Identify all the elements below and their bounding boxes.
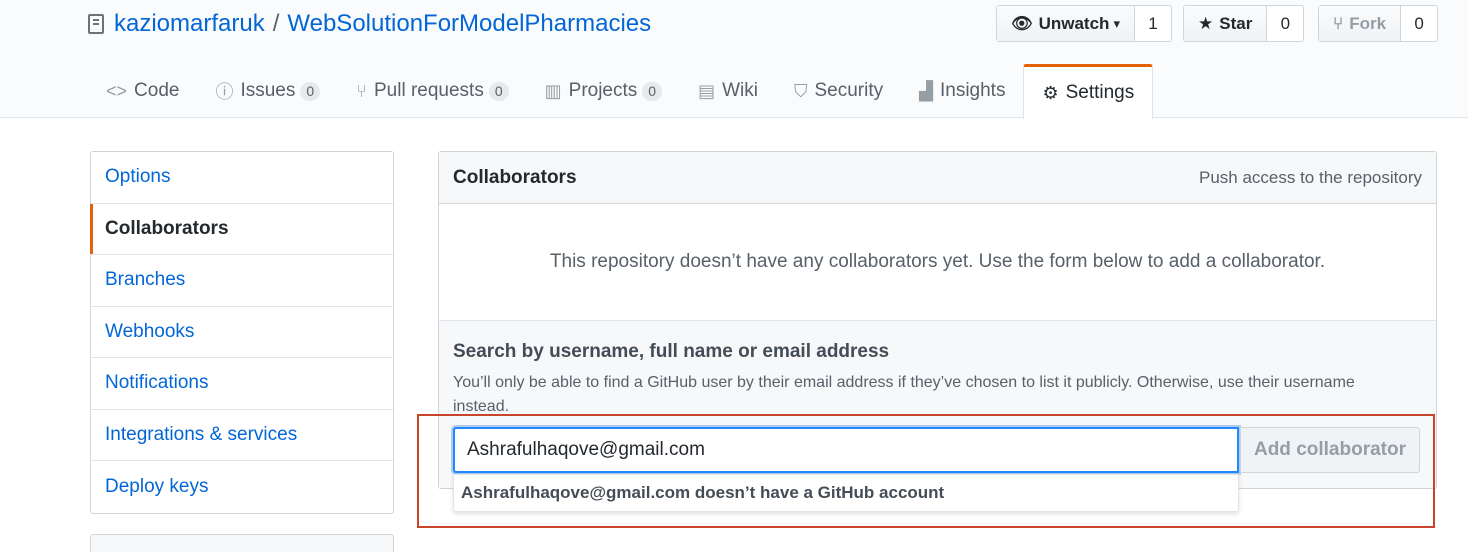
stargazers-count[interactable]: 0 — [1267, 6, 1303, 41]
pull-requests-counter: 0 — [488, 81, 509, 101]
star-icon: ★ — [1198, 13, 1214, 33]
star-group: ★ Star 0 — [1183, 5, 1305, 42]
add-collaborator-button[interactable]: Add collaborator — [1240, 427, 1420, 473]
issue-icon: ⓘ — [215, 82, 234, 102]
sidebar-item-deploy-keys[interactable]: Deploy keys — [91, 461, 393, 513]
tab-code[interactable]: <> Code — [88, 64, 197, 118]
repo-owner-link[interactable]: kaziomarfaruk — [114, 10, 265, 38]
sidebar-item-integrations[interactable]: Integrations & services — [91, 410, 393, 461]
book-icon: ▤ — [698, 80, 716, 101]
sidebar-item-notifications[interactable]: Notifications — [91, 358, 393, 410]
tab-security[interactable]: ⛉ Security — [776, 64, 901, 118]
project-icon: ▥ — [544, 80, 562, 101]
sidebar-item-branches[interactable]: Branches — [91, 255, 393, 307]
sidebar-item-options[interactable]: Options — [91, 152, 393, 204]
collaborator-search-input[interactable] — [453, 427, 1239, 473]
forks-count[interactable]: 0 — [1401, 6, 1437, 41]
secondary-sidebar-menu — [90, 534, 394, 552]
tab-insights[interactable]: ▟ Insights — [901, 64, 1023, 118]
repo-title: kaziomarfaruk / WebSolutionForModelPharm… — [88, 8, 651, 40]
gear-icon: ⚙ — [1042, 82, 1059, 103]
search-note: You’ll only be able to find a GitHub use… — [453, 374, 1355, 415]
collaborators-header: Collaborators Push access to the reposit… — [439, 152, 1436, 204]
search-label: Search by username, full name or email a… — [453, 341, 890, 362]
eye-icon: 👁 — [1011, 13, 1033, 33]
unwatch-button[interactable]: 👁 Unwatch ▾ — [997, 6, 1135, 41]
repo-nav: <> Code ⓘ Issues 0 ⑂ Pull requests 0 ▥ P… — [88, 64, 1154, 119]
fork-icon: ⑂ — [1333, 13, 1344, 33]
autocomplete-no-account-message: Ashrafulhaqove@gmail.com doesn’t have a … — [453, 474, 1239, 512]
repo-icon — [88, 14, 104, 34]
pull-request-icon: ⑂ — [356, 80, 367, 101]
fork-button[interactable]: ⑂ Fork — [1319, 6, 1402, 41]
projects-counter: 0 — [642, 81, 663, 101]
sidebar-item-collaborators[interactable]: Collaborators — [90, 203, 393, 255]
repo-path-separator: / — [272, 10, 280, 37]
collaborators-empty-message: This repository doesn’t have any collabo… — [439, 204, 1436, 321]
sidebar-item-webhooks[interactable]: Webhooks — [91, 307, 393, 358]
collaborators-access-note: Push access to the repository — [1198, 167, 1422, 187]
repo-header: kaziomarfaruk / WebSolutionForModelPharm… — [0, 0, 1468, 119]
watchers-count[interactable]: 1 — [1135, 6, 1171, 41]
tab-wiki[interactable]: ▤ Wiki — [680, 64, 776, 118]
tab-settings[interactable]: ⚙ Settings — [1023, 64, 1154, 119]
settings-sidebar: Options Collaborators Branches Webhooks … — [90, 151, 394, 514]
watch-group: 👁 Unwatch ▾ 1 — [996, 5, 1172, 42]
fork-group: ⑂ Fork 0 — [1318, 5, 1439, 42]
caret-down-icon: ▾ — [1113, 15, 1120, 31]
graph-icon: ▟ — [919, 80, 933, 101]
repo-name-link[interactable]: WebSolutionForModelPharmacies — [287, 10, 651, 38]
collaborators-title: Collaborators — [453, 166, 577, 188]
star-button[interactable]: ★ Star — [1184, 6, 1268, 41]
tab-projects[interactable]: ▥ Projects 0 — [527, 64, 680, 118]
shield-icon: ⛉ — [793, 80, 808, 101]
tab-pull-requests[interactable]: ⑂ Pull requests 0 — [338, 64, 526, 118]
tab-issues[interactable]: ⓘ Issues 0 — [197, 64, 338, 118]
code-icon: <> — [106, 80, 128, 101]
issues-counter: 0 — [300, 81, 321, 101]
